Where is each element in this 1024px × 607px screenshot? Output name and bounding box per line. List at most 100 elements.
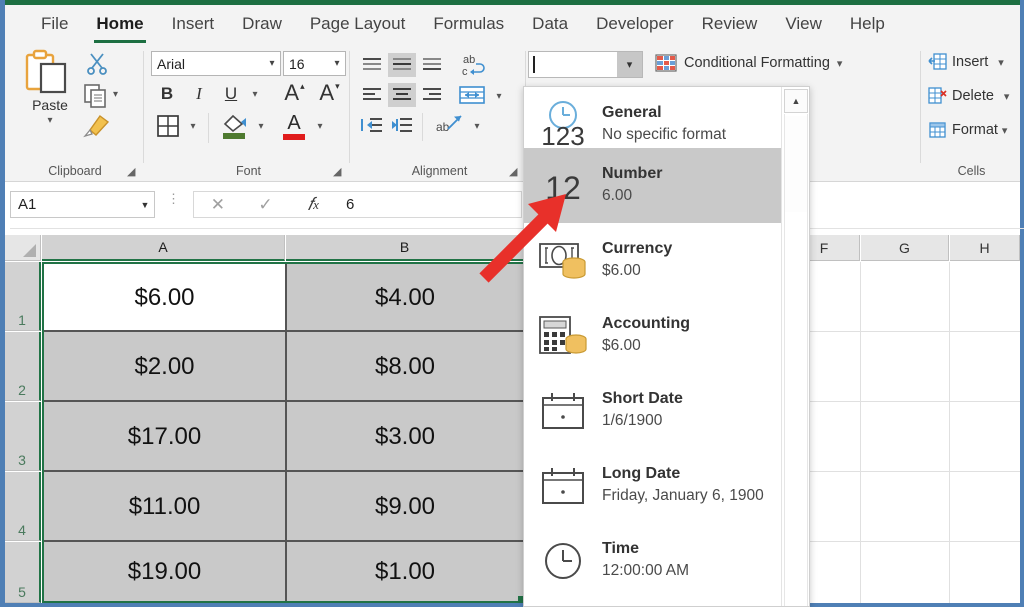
delete-cells-button[interactable]: Delete ▾ [928,87,1009,105]
tab-draw[interactable]: Draw [228,12,296,36]
wrap-text-button[interactable]: ab c [456,51,490,79]
tab-data[interactable]: Data [518,12,582,36]
dropdown-item-time[interactable]: Time 12:00:00 AM [524,523,782,598]
fill-color-dropdown-caret[interactable]: ▾ [252,115,270,137]
cell-A5[interactable]: $19.00 [44,542,285,601]
dropdown-scrollbar[interactable]: ▲ [781,87,809,606]
scroll-up-arrow-icon[interactable]: ▲ [784,89,808,113]
tab-view[interactable]: View [771,12,836,36]
cancel-x-icon[interactable]: ✕ [194,192,242,217]
merge-and-center-button[interactable] [456,81,488,109]
row-header-2[interactable]: 2 [5,332,41,401]
fill-color-button[interactable] [218,109,250,143]
orientation-button[interactable]: ab [432,109,466,139]
shrink-font-button[interactable]: A ▾ [313,79,345,107]
dropdown-item-percentage[interactable]: Percentage 600.00% [524,598,782,606]
dropdown-item-number[interactable]: 12 Number 6.00 [524,148,782,223]
tab-review[interactable]: Review [688,12,772,36]
cell-A4[interactable]: $11.00 [44,472,285,541]
borders-button[interactable] [153,111,183,141]
dropdown-item-accounting[interactable]: Accounting $6.00 [524,298,782,373]
font-dialog-launcher[interactable]: ◢ [333,166,345,178]
bottom-align-button[interactable] [418,53,446,77]
dropdown-scroll-thumb[interactable] [785,116,807,212]
tab-home[interactable]: Home [82,12,157,43]
tab-file[interactable]: File [27,12,82,36]
chevron-down-icon[interactable]: ▾ [837,57,843,70]
cell-B1[interactable]: $4.00 [287,264,523,331]
align-left-button[interactable] [358,83,386,107]
row-header-1[interactable]: 1 [5,262,41,331]
column-header-H[interactable]: H [950,235,1020,261]
grow-font-button[interactable]: A ▴ [278,79,310,107]
confirm-check-icon[interactable]: ✓ [242,192,290,217]
conditional-formatting-button[interactable]: Conditional Formatting ▾ [655,53,842,73]
paste-button[interactable]: Paste ▾ [21,49,79,126]
cell-B4[interactable]: $9.00 [287,472,523,541]
column-header-B[interactable]: B [286,235,524,261]
chevron-down-icon[interactable]: ▼ [136,200,154,210]
format-painter-button[interactable] [83,113,110,139]
row-header-3[interactable]: 3 [5,402,41,471]
copy-button[interactable] [83,83,109,109]
chevron-down-icon[interactable]: ▾ [1002,124,1008,137]
chevron-down-icon[interactable]: ▾ [1004,90,1010,103]
merge-dropdown-caret[interactable]: ▾ [490,85,508,107]
cut-button[interactable] [85,51,109,75]
middle-align-button[interactable] [388,53,416,77]
column-header-G[interactable]: G [861,235,949,261]
font-size-combo[interactable]: 16 ▾ [283,51,346,76]
cell-B3[interactable]: $3.00 [287,402,523,471]
dropdown-item-short-date[interactable]: Short Date 1/6/1900 [524,373,782,448]
tab-insert[interactable]: Insert [158,12,229,36]
insert-cells-button[interactable]: Insert ▾ [928,53,1004,71]
align-center-button[interactable] [388,83,416,107]
increase-indent-button[interactable] [388,113,416,137]
row-header-5[interactable]: 5 [5,542,41,603]
tab-page-layout[interactable]: Page Layout [296,12,419,36]
formula-input[interactable]: 6 [337,191,522,218]
select-all-corner-button[interactable] [5,235,41,261]
chevron-down-icon[interactable]: ▾ [329,58,345,69]
insert-function-fx-icon[interactable]: 𝑓x [289,192,337,217]
borders-dropdown-caret[interactable]: ▾ [184,115,202,137]
chevron-down-icon[interactable]: ▾ [617,52,642,77]
bold-button[interactable]: B [154,81,180,107]
cell-B5[interactable]: $1.00 [287,542,523,601]
chevron-down-icon[interactable]: ▾ [264,58,280,69]
clipboard-dialog-launcher[interactable]: ◢ [127,166,139,178]
font-color-dropdown-caret[interactable]: ▾ [311,115,329,137]
cell-A2[interactable]: $2.00 [44,332,285,401]
number-format-value-area[interactable] [529,52,617,77]
number-format-combo[interactable]: ▾ [528,51,643,78]
paste-dropdown-caret[interactable]: ▾ [21,116,79,126]
font-name-combo[interactable]: Arial ▾ [151,51,281,76]
align-right-button[interactable] [418,83,446,107]
cell-A1[interactable]: $6.00 [44,264,285,331]
decrease-indent-button[interactable] [358,113,386,137]
chevron-down-icon[interactable]: ▾ [998,56,1004,69]
tab-help[interactable]: Help [836,12,899,36]
format-cells-icon [928,121,947,139]
column-header-A[interactable]: A [42,235,285,261]
tab-developer[interactable]: Developer [582,12,688,36]
row-header-4[interactable]: 4 [5,472,41,541]
underline-button[interactable]: U [218,81,244,107]
format-cells-button[interactable]: Format ▾ [928,121,1007,139]
dropdown-item-long-date[interactable]: Long Date Friday, January 6, 1900 [524,448,782,523]
orientation-dropdown-caret[interactable]: ▾ [468,115,486,137]
top-align-button[interactable] [358,53,386,77]
name-box[interactable]: A1 ▼ [10,191,155,218]
number-format-dropdown[interactable]: 123 General No specific format 12 Number… [523,86,810,607]
underline-dropdown-caret[interactable]: ▾ [246,83,264,105]
font-color-button[interactable]: A [279,109,309,143]
tab-formulas[interactable]: Formulas [419,12,518,36]
alignment-dialog-launcher[interactable]: ◢ [509,166,521,178]
dropdown-item-currency[interactable]: Currency $6.00 [524,223,782,298]
formula-bar-grip[interactable]: ⋮ [167,192,180,205]
cell-B2[interactable]: $8.00 [287,332,523,401]
name-box-value: A1 [18,196,37,213]
cell-A3[interactable]: $17.00 [44,402,285,471]
copy-dropdown-caret[interactable]: ▾ [113,89,118,100]
italic-button[interactable]: I [186,81,212,107]
